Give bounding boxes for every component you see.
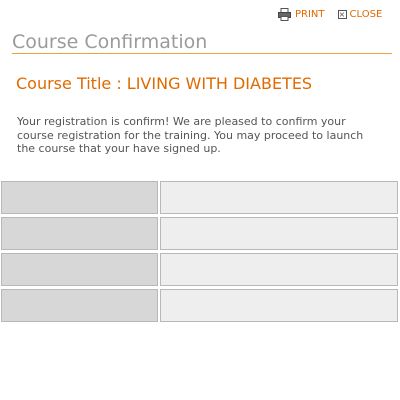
course-title: Course Title : LIVING WITH DIABETES [16,74,313,93]
details-value-cell [160,289,398,322]
printer-icon [278,8,291,21]
details-label-cell [1,217,158,250]
details-label-cell [1,289,158,322]
details-row [1,289,400,325]
page-title: Course Confirmation [12,31,392,54]
toolbar: PRINT × CLOSE [278,8,382,21]
details-row [1,217,400,253]
print-label[interactable]: PRINT [295,9,325,20]
details-label-cell [1,253,158,286]
details-row [1,181,400,217]
details-value-cell [160,217,398,250]
details-value-cell [160,253,398,286]
details-label-cell [1,181,158,214]
close-label[interactable]: CLOSE [350,9,383,20]
close-button[interactable]: × CLOSE [337,9,383,20]
confirmation-message: Your registration is confirm! We are ple… [17,115,364,155]
details-row [1,253,400,289]
close-icon: × [337,10,347,19]
course-details-table [1,181,400,325]
course-confirmation-page: PRINT × CLOSE Course Confirmation Course… [0,0,400,400]
details-value-cell [160,181,398,214]
print-button[interactable]: PRINT [278,8,325,21]
